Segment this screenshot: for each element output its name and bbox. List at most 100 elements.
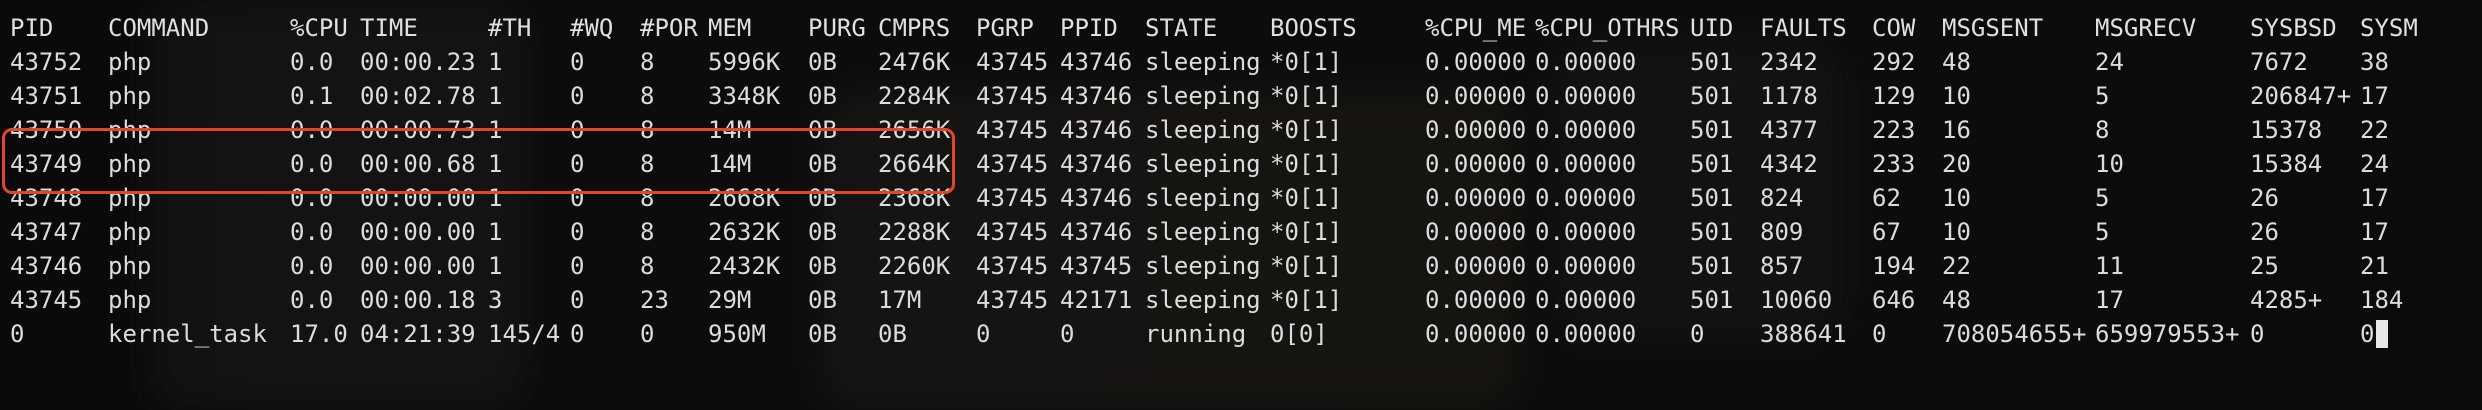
cell-msgrecv: 8 (2095, 116, 2110, 144)
cell-msgsent: 10 (1942, 218, 1971, 246)
cell-th: 1 (488, 252, 503, 280)
cell-th: 1 (488, 82, 503, 110)
cell-por: 8 (640, 218, 655, 246)
cell-uid: 501 (1690, 116, 1734, 144)
cell-por: 23 (640, 286, 669, 314)
cell-sysbsd: 26 (2250, 218, 2279, 246)
cell-cpu-me: 0.00000 (1425, 218, 1527, 246)
cell-pid: 43752 (10, 48, 83, 76)
cell-faults: 2342 (1760, 48, 1818, 76)
cell-msgsent: 48 (1942, 286, 1971, 314)
cell-time: 04:21:39 (360, 320, 476, 348)
column-header-msgrecv: MSGRECV (2095, 14, 2197, 42)
cell-boosts: *0[1] (1270, 82, 1343, 110)
cell-pid: 0 (10, 320, 25, 348)
column-header-purg: PURG (808, 14, 866, 42)
cell-cpu-me: 0.00000 (1425, 320, 1527, 348)
cell-command: php (108, 218, 152, 246)
cell-cpu: 17.0 (290, 320, 348, 348)
cell-purg: 0B (808, 252, 837, 280)
cell-pid: 43745 (10, 286, 83, 314)
cell-command: php (108, 286, 152, 314)
cell-cpu-othrs: 0.00000 (1535, 150, 1637, 178)
cell-msgsent: 16 (1942, 116, 1971, 144)
cell-faults: 4377 (1760, 116, 1818, 144)
cell-cpu-othrs: 0.00000 (1535, 48, 1637, 76)
cell-uid: 501 (1690, 252, 1734, 280)
cell-uid: 501 (1690, 150, 1734, 178)
cell-pgrp: 43745 (976, 150, 1049, 178)
cell-cpu-othrs: 0.00000 (1535, 82, 1637, 110)
cell-sysbsd: 26 (2250, 184, 2279, 212)
cell-por: 0 (640, 320, 655, 348)
cell-ppid: 43746 (1060, 150, 1133, 178)
cell-pgrp: 43745 (976, 184, 1049, 212)
cell-wq: 0 (570, 48, 585, 76)
cell-mem: 2632K (708, 218, 781, 246)
cell-faults: 388641 (1760, 320, 1847, 348)
cell-cmprs: 17M (878, 286, 922, 314)
cell-uid: 501 (1690, 218, 1734, 246)
cell-cpu-me: 0.00000 (1425, 48, 1527, 76)
cell-cpu-me: 0.00000 (1425, 252, 1527, 280)
cell-cmprs: 0B (878, 320, 907, 348)
cell-cpu-othrs: 0.00000 (1535, 184, 1637, 212)
cell-cmprs: 2476K (878, 48, 951, 76)
cell-state: running (1145, 320, 1247, 348)
cell-time: 00:02.78 (360, 82, 476, 110)
column-header-faults: FAULTS (1760, 14, 1847, 42)
cell-purg: 0B (808, 82, 837, 110)
cell-pid: 43747 (10, 218, 83, 246)
cell-ppid: 42171 (1060, 286, 1133, 314)
column-header-wq: #WQ (570, 14, 614, 42)
cell-boosts: *0[1] (1270, 48, 1343, 76)
cell-cpu-me: 0.00000 (1425, 82, 1527, 110)
highlight-annotation-box (2, 128, 955, 194)
cell-faults: 4342 (1760, 150, 1818, 178)
cell-ppid: 43745 (1060, 252, 1133, 280)
cell-pgrp: 0 (976, 320, 991, 348)
cell-faults: 824 (1760, 184, 1804, 212)
cell-cpu: 0.0 (290, 286, 334, 314)
cell-pid: 43751 (10, 82, 83, 110)
cell-uid: 501 (1690, 48, 1734, 76)
cell-cpu-me: 0.00000 (1425, 184, 1527, 212)
cell-ppid: 43746 (1060, 82, 1133, 110)
cell-pid: 43746 (10, 252, 83, 280)
cell-cow: 62 (1872, 184, 1901, 212)
cell-wq: 0 (570, 252, 585, 280)
cell-cpu-othrs: 0.00000 (1535, 286, 1637, 314)
cell-wq: 0 (570, 320, 585, 348)
cell-mem: 5996K (708, 48, 781, 76)
cell-state: sleeping (1145, 286, 1261, 314)
cell-cpu: 0.0 (290, 48, 334, 76)
column-header-msgsent: MSGSENT (1942, 14, 2044, 42)
cell-ppid: 43746 (1060, 116, 1133, 144)
cell-uid: 501 (1690, 82, 1734, 110)
cell-msgrecv: 10 (2095, 150, 2124, 178)
cell-mem: 2432K (708, 252, 781, 280)
cell-command: php (108, 252, 152, 280)
cell-faults: 857 (1760, 252, 1804, 280)
cell-sysbsd: 25 (2250, 252, 2279, 280)
cell-cpu-othrs: 0.00000 (1535, 252, 1637, 280)
cell-sysbsd: 206847+ (2250, 82, 2352, 110)
cell-msgsent: 10 (1942, 82, 1971, 110)
cell-cpu: 0.1 (290, 82, 334, 110)
column-header-cpu-me: %CPU_ME (1425, 14, 1527, 42)
column-header-uid: UID (1690, 14, 1734, 42)
cell-time: 00:00.23 (360, 48, 476, 76)
cell-sysm: 17 (2360, 218, 2389, 246)
cell-sysbsd: 0 (2250, 320, 2265, 348)
cell-cpu: 0.0 (290, 252, 334, 280)
cell-state: sleeping (1145, 48, 1261, 76)
cell-purg: 0B (808, 320, 837, 348)
cell-cpu-me: 0.00000 (1425, 150, 1527, 178)
cell-mem: 950M (708, 320, 766, 348)
cell-cpu-othrs: 0.00000 (1535, 116, 1637, 144)
cell-cpu: 0.0 (290, 218, 334, 246)
terminal-window[interactable]: PID COMMAND %CPU TIME #TH #WQ #POR MEM PURG CMPRS… (0, 0, 2482, 410)
cell-state: sleeping (1145, 218, 1261, 246)
cell-cow: 223 (1872, 116, 1916, 144)
cell-purg: 0B (808, 48, 837, 76)
